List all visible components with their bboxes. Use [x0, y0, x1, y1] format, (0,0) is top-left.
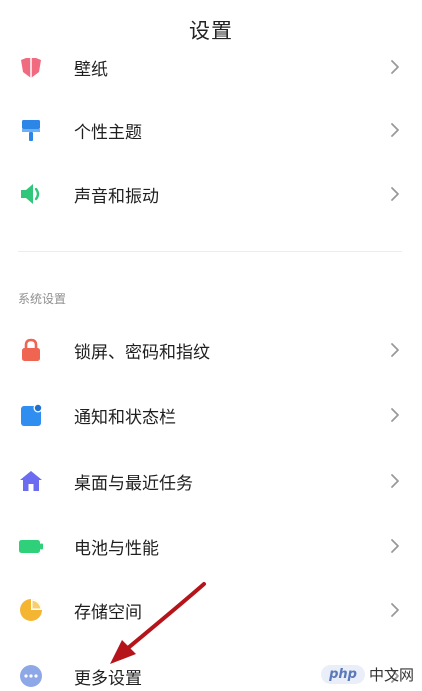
- notification-icon: [18, 402, 44, 428]
- settings-item-battery[interactable]: 电池与性能: [0, 520, 422, 572]
- watermark-logo: php 中文网: [321, 661, 414, 687]
- watermark-text: 中文网: [368, 665, 414, 684]
- settings-item-label: 锁屏、密码和指纹: [74, 342, 210, 363]
- chevron-right-icon: [391, 539, 399, 553]
- chevron-right-icon: [391, 603, 399, 617]
- settings-list: 壁纸 个性主题 声音和振动 系统设置 锁屏、密码和指纹 通知和状态栏 桌面与最近…: [0, 0, 422, 691]
- watermark-brand: php: [321, 664, 365, 684]
- settings-item-storage[interactable]: 存储空间: [0, 584, 422, 636]
- speaker-icon: [18, 181, 44, 207]
- section-title-system: 系统设置: [18, 292, 67, 306]
- chevron-right-icon: [391, 123, 399, 137]
- chevron-right-icon: [391, 60, 399, 74]
- settings-item-desktop[interactable]: 桌面与最近任务: [0, 455, 422, 507]
- more-icon: [18, 663, 44, 689]
- settings-item-label: 存储空间: [74, 602, 142, 623]
- settings-screen: 壁纸 个性主题 声音和振动 系统设置 锁屏、密码和指纹 通知和状态栏 桌面与最近…: [0, 0, 422, 691]
- settings-item-notifications[interactable]: 通知和状态栏: [0, 389, 422, 441]
- settings-item-lock-screen[interactable]: 锁屏、密码和指纹: [0, 324, 422, 376]
- settings-item-label: 电池与性能: [74, 538, 159, 559]
- lock-icon: [18, 337, 44, 363]
- settings-item-label: 更多设置: [74, 668, 142, 689]
- settings-item-label: 通知和状态栏: [74, 407, 176, 428]
- settings-item-label: 壁纸: [74, 59, 108, 80]
- chevron-right-icon: [391, 408, 399, 422]
- title-bar: 设置: [0, 0, 422, 58]
- brush-icon: [18, 117, 44, 143]
- chevron-right-icon: [391, 474, 399, 488]
- chevron-right-icon: [391, 343, 399, 357]
- home-icon: [18, 468, 44, 494]
- settings-item-sound[interactable]: 声音和振动: [0, 168, 422, 220]
- settings-item-label: 声音和振动: [74, 186, 159, 207]
- section-divider: [18, 251, 402, 252]
- storage-pie-icon: [18, 597, 44, 623]
- page-title: 设置: [189, 19, 233, 43]
- settings-item-label: 桌面与最近任务: [74, 473, 193, 494]
- chevron-right-icon: [391, 187, 399, 201]
- settings-item-theme[interactable]: 个性主题: [0, 104, 422, 156]
- battery-icon: [18, 533, 44, 559]
- settings-item-label: 个性主题: [74, 122, 142, 143]
